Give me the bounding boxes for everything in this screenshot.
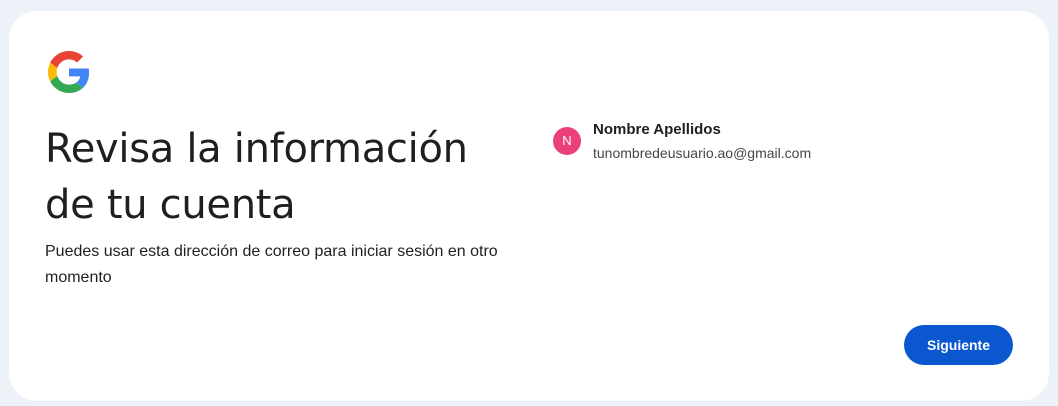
page-title: Revisa la información de tu cuenta bbox=[45, 121, 505, 233]
page-title-line-2: de tu cuenta bbox=[45, 182, 296, 228]
account-email: tunombredeusuario.ao@gmail.com bbox=[593, 145, 812, 161]
avatar: N bbox=[553, 127, 581, 155]
next-button[interactable]: Siguiente bbox=[904, 325, 1013, 365]
account-details: Nombre Apellidos tunombredeusuario.ao@gm… bbox=[593, 119, 811, 164]
account-chip: N Nombre Apellidos tunombredeusuario.ao@… bbox=[553, 119, 811, 164]
review-account-card: Revisa la información de tu cuenta Puede… bbox=[9, 11, 1049, 401]
page-subtitle: Puedes usar esta dirección de correo par… bbox=[45, 243, 498, 286]
google-logo-icon bbox=[48, 51, 90, 93]
account-name: Nombre Apellidos bbox=[593, 121, 721, 138]
page-title-line-1: Revisa la información bbox=[45, 126, 468, 172]
